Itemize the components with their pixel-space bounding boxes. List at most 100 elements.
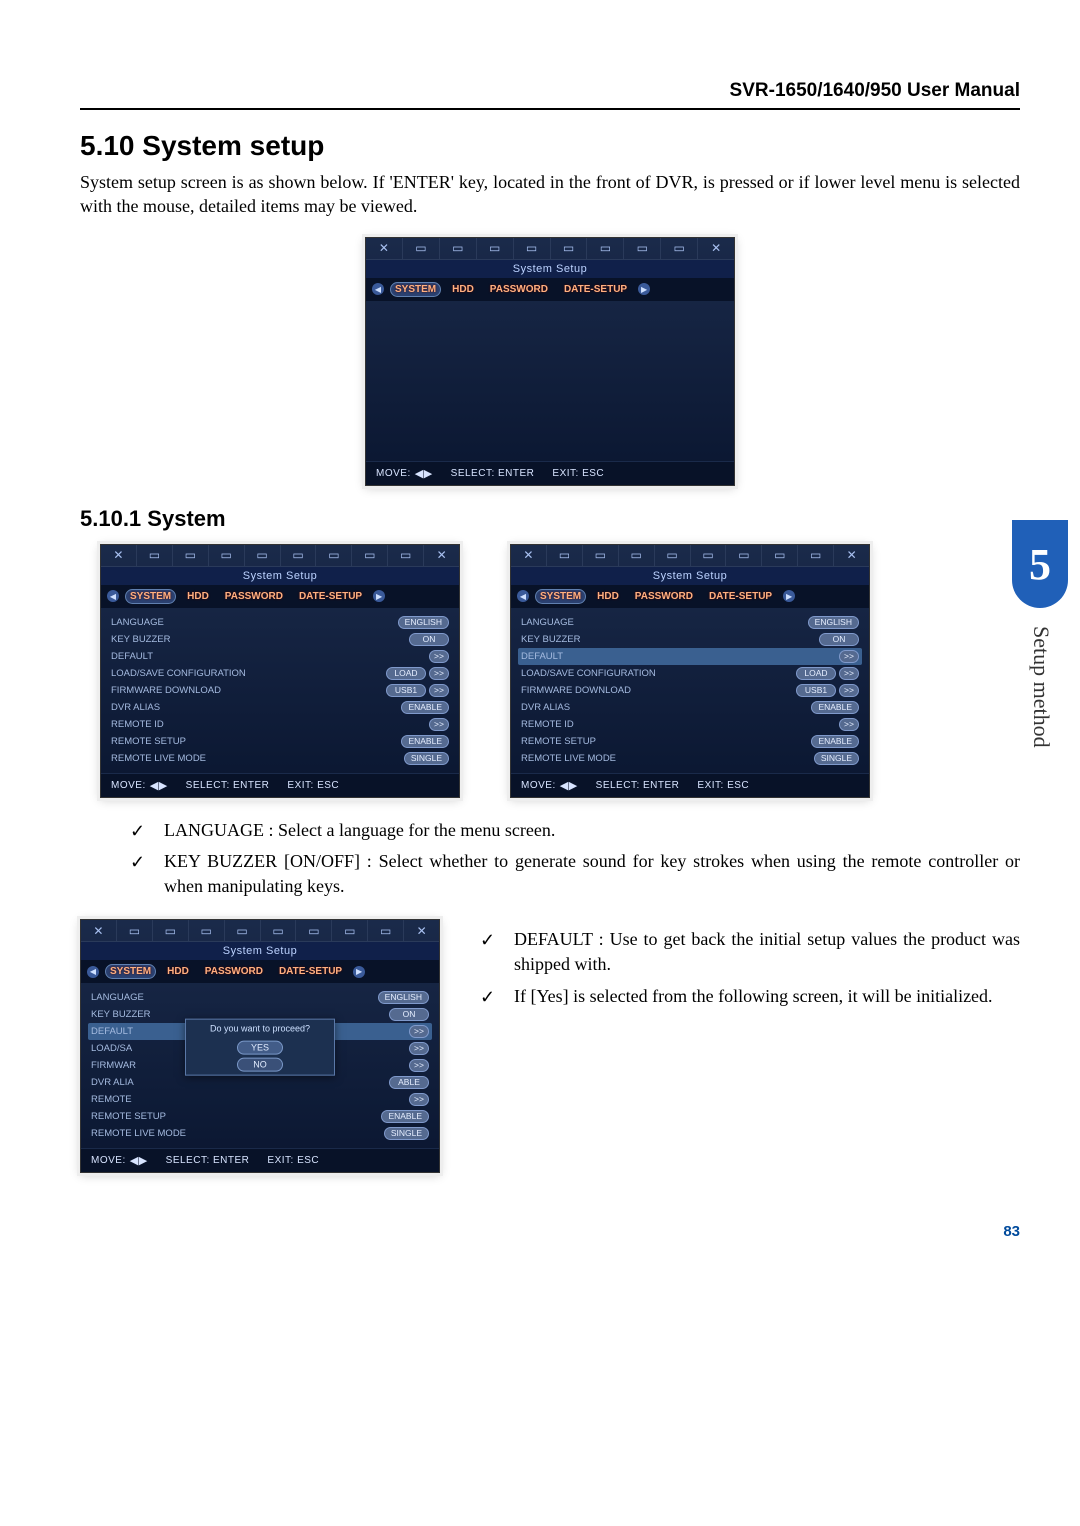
setting-value[interactable]: ENGLISH <box>378 991 429 1004</box>
setting-value[interactable]: >> <box>839 650 859 663</box>
toolbar-icon[interactable]: ▭ <box>296 920 332 941</box>
setting-row[interactable]: LANGUAGEENGLISH <box>111 614 449 631</box>
setting-row[interactable]: REMOTE LIVE MODESINGLE <box>521 750 859 767</box>
setting-value[interactable]: >> <box>839 718 859 731</box>
tab-password[interactable]: PASSWORD <box>220 589 288 604</box>
toolbar-icon[interactable]: ✕ <box>511 545 547 566</box>
toolbar-icon[interactable]: ▭ <box>477 238 514 259</box>
toolbar-icon[interactable]: ▭ <box>137 545 173 566</box>
setting-value[interactable]: ENABLE <box>811 701 859 714</box>
toolbar-icon[interactable]: ▭ <box>173 545 209 566</box>
toolbar-icon[interactable]: ▭ <box>691 545 727 566</box>
toolbar-icon[interactable]: ✕ <box>101 545 137 566</box>
toolbar-icon[interactable]: ▭ <box>440 238 477 259</box>
setting-row[interactable]: REMOTE SETUPENABLE <box>521 733 859 750</box>
tab-hdd[interactable]: HDD <box>182 589 214 604</box>
tab-next-arrow[interactable]: ▶ <box>373 590 385 602</box>
tab-system[interactable]: SYSTEM <box>535 589 586 604</box>
setting-value[interactable]: ON <box>389 1008 429 1021</box>
setting-value[interactable]: LOAD <box>386 667 426 680</box>
setting-row[interactable]: LOAD/SAVE CONFIGURATIONLOAD>> <box>111 665 449 682</box>
tab-hdd[interactable]: HDD <box>447 282 479 297</box>
setting-value[interactable]: >> <box>409 1025 429 1038</box>
setting-value[interactable]: ABLE <box>389 1076 429 1089</box>
setting-row[interactable]: FIRMWARE DOWNLOADUSB1>> <box>111 682 449 699</box>
toolbar-icon[interactable]: ✕ <box>834 545 869 566</box>
toolbar-icon[interactable]: ▭ <box>225 920 261 941</box>
toolbar-icon[interactable]: ✕ <box>698 238 734 259</box>
setting-value[interactable]: LOAD <box>796 667 836 680</box>
toolbar-icon[interactable]: ✕ <box>81 920 117 941</box>
toolbar-icon[interactable]: ✕ <box>404 920 439 941</box>
setting-value[interactable]: ENGLISH <box>808 616 859 629</box>
tab-date-setup[interactable]: DATE-SETUP <box>559 282 632 297</box>
toolbar-icon[interactable]: ▭ <box>368 920 404 941</box>
tab-next-arrow[interactable]: ▶ <box>783 590 795 602</box>
toolbar-icon[interactable]: ▭ <box>762 545 798 566</box>
toolbar-icon[interactable]: ▭ <box>587 238 624 259</box>
toolbar-icon[interactable]: ▭ <box>655 545 691 566</box>
tab-hdd[interactable]: HDD <box>162 964 194 979</box>
toolbar-icon[interactable]: ✕ <box>366 238 403 259</box>
setting-value[interactable]: >> <box>429 667 449 680</box>
toolbar-icon[interactable]: ▭ <box>261 920 297 941</box>
toolbar-icon[interactable]: ▭ <box>281 545 317 566</box>
setting-row[interactable]: DVR ALIASENABLE <box>521 699 859 716</box>
setting-row[interactable]: LOAD/SAVE CONFIGURATIONLOAD>> <box>521 665 859 682</box>
setting-row[interactable]: REMOTE SETUPENABLE <box>91 1108 429 1125</box>
setting-value[interactable]: ENABLE <box>381 1110 429 1123</box>
setting-value[interactable]: >> <box>409 1059 429 1072</box>
tab-date-setup[interactable]: DATE-SETUP <box>704 589 777 604</box>
toolbar-icon[interactable]: ▭ <box>624 238 661 259</box>
toolbar-icon[interactable]: ▭ <box>117 920 153 941</box>
tab-next-arrow[interactable]: ▶ <box>638 283 650 295</box>
setting-row[interactable]: DEFAULT>> <box>111 648 449 665</box>
toolbar-icon[interactable]: ▭ <box>209 545 245 566</box>
toolbar-icon[interactable]: ▭ <box>316 545 352 566</box>
tab-date-setup[interactable]: DATE-SETUP <box>294 589 367 604</box>
toolbar-icon[interactable]: ▭ <box>583 545 619 566</box>
no-button[interactable]: NO <box>237 1058 283 1072</box>
setting-value[interactable]: ENABLE <box>811 735 859 748</box>
tab-password[interactable]: PASSWORD <box>485 282 553 297</box>
setting-value[interactable]: SINGLE <box>384 1127 429 1140</box>
tab-system[interactable]: SYSTEM <box>105 964 156 979</box>
tab-next-arrow[interactable]: ▶ <box>353 966 365 978</box>
setting-row[interactable]: KEY BUZZERON <box>111 631 449 648</box>
toolbar-icon[interactable]: ▭ <box>547 545 583 566</box>
setting-value[interactable]: >> <box>429 650 449 663</box>
setting-row[interactable]: DVR ALIAABLE <box>91 1074 429 1091</box>
setting-value[interactable]: ENGLISH <box>398 616 449 629</box>
setting-value[interactable]: >> <box>839 684 859 697</box>
setting-row[interactable]: REMOTE>> <box>91 1091 429 1108</box>
tab-system[interactable]: SYSTEM <box>125 589 176 604</box>
toolbar-icon[interactable]: ▭ <box>189 920 225 941</box>
setting-row[interactable]: FIRMWARE DOWNLOADUSB1>> <box>521 682 859 699</box>
toolbar-icon[interactable]: ▭ <box>514 238 551 259</box>
setting-row[interactable]: REMOTE ID>> <box>111 716 449 733</box>
tab-prev-arrow[interactable]: ◀ <box>107 590 119 602</box>
tab-prev-arrow[interactable]: ◀ <box>372 283 384 295</box>
tab-system[interactable]: SYSTEM <box>390 282 441 297</box>
setting-row[interactable]: REMOTE SETUPENABLE <box>111 733 449 750</box>
setting-value[interactable]: >> <box>429 684 449 697</box>
setting-value[interactable]: USB1 <box>796 684 836 697</box>
tab-hdd[interactable]: HDD <box>592 589 624 604</box>
setting-row[interactable]: DEFAULT>> <box>518 648 862 665</box>
tab-password[interactable]: PASSWORD <box>200 964 268 979</box>
toolbar-icon[interactable]: ▭ <box>388 545 424 566</box>
setting-value[interactable]: USB1 <box>386 684 426 697</box>
setting-value[interactable]: >> <box>409 1042 429 1055</box>
tab-prev-arrow[interactable]: ◀ <box>87 966 99 978</box>
toolbar-icon[interactable]: ▭ <box>726 545 762 566</box>
toolbar-icon[interactable]: ▭ <box>661 238 698 259</box>
setting-value[interactable]: >> <box>409 1093 429 1106</box>
toolbar-icon[interactable]: ▭ <box>551 238 588 259</box>
setting-value[interactable]: >> <box>429 718 449 731</box>
setting-row[interactable]: REMOTE LIVE MODESINGLE <box>91 1125 429 1142</box>
setting-value[interactable]: ENABLE <box>401 735 449 748</box>
setting-value[interactable]: ON <box>409 633 449 646</box>
tab-prev-arrow[interactable]: ◀ <box>517 590 529 602</box>
toolbar-icon[interactable]: ▭ <box>153 920 189 941</box>
tab-password[interactable]: PASSWORD <box>630 589 698 604</box>
